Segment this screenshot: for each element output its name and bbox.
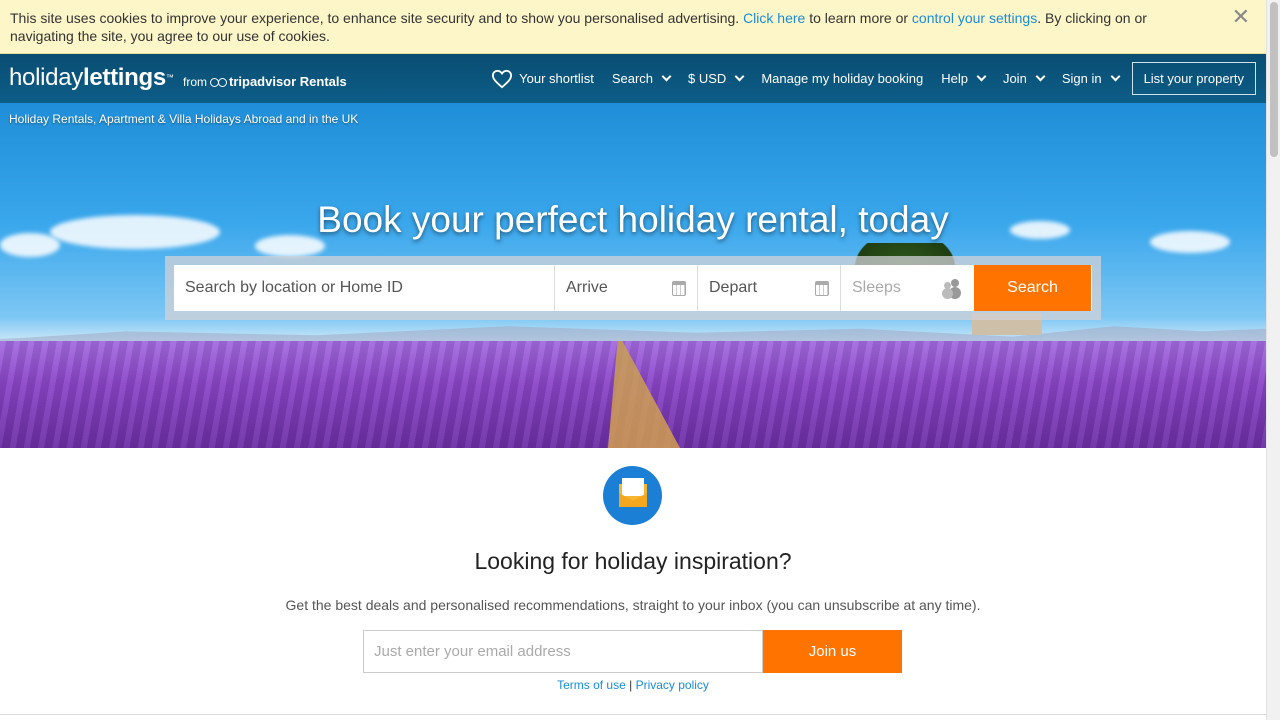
partner-name: tripadvisor Rentals (229, 74, 347, 89)
newsletter-section: Looking for holiday inspiration? Get the… (0, 448, 1266, 720)
hero-banner: Holiday Rentals, Apartment & Villa Holid… (0, 103, 1266, 448)
depart-date-field[interactable]: Depart (698, 265, 841, 311)
cookie-text-1: This site uses cookies to improve your e… (10, 10, 744, 26)
calendar-icon (815, 280, 829, 296)
location-placeholder: Search by location or Home ID (185, 279, 403, 296)
nav-currency-label: $ USD (688, 71, 727, 86)
hero-tagline: Holiday Rentals, Apartment & Villa Holid… (9, 112, 359, 126)
nav-shortlist-label: Your shortlist (519, 71, 594, 86)
arrive-date-field[interactable]: Arrive (555, 265, 698, 311)
partner-from-text: from (183, 74, 207, 89)
nav-signin-label: Sign in (1061, 71, 1102, 86)
sleeps-label: Sleeps (852, 279, 901, 296)
page-scrollbar[interactable] (1266, 0, 1280, 720)
newsletter-subtitle: Get the best deals and personalised reco… (285, 597, 981, 613)
main-nav: Your shortlist Search $ USD Manage my ho… (482, 54, 1256, 103)
newsletter-title: Looking for holiday inspiration? (474, 548, 792, 574)
close-icon[interactable]: ✕ (1232, 6, 1250, 28)
logo-text-bold: lettings (82, 64, 166, 91)
chevron-down-icon (661, 71, 672, 82)
search-form: Search by location or Home ID Arrive Dep… (174, 265, 1092, 311)
cookie-banner: This site uses cookies to improve your e… (0, 0, 1266, 54)
tripadvisor-owl-icon (210, 77, 227, 87)
cookie-learn-more-link[interactable]: Click here (743, 10, 805, 26)
site-logo[interactable]: holidaylettings™ (9, 65, 174, 91)
divider (0, 714, 1266, 715)
cookie-text-2: to learn more or (805, 10, 912, 26)
nav-currency[interactable]: $ USD (679, 71, 752, 86)
nav-search[interactable]: Search (603, 71, 679, 86)
search-panel: Search by location or Home ID Arrive Dep… (165, 256, 1101, 320)
newsletter-form: Join us (363, 630, 902, 673)
logo-text-light: holiday (9, 64, 83, 91)
hero-title: Book your perfect holiday rental, today (317, 199, 949, 240)
site-header: holidaylettings™ from tripadvisor Rental… (0, 54, 1266, 103)
search-button[interactable]: Search (974, 265, 1091, 311)
nav-manage-label: Manage my holiday booking (761, 71, 924, 86)
nav-signin[interactable]: Sign in (1053, 71, 1128, 86)
chevron-down-icon (1035, 71, 1046, 82)
nav-help-label: Help (941, 71, 968, 86)
arrive-label: Arrive (566, 279, 608, 296)
legal-links: Terms of use | Privacy policy (0, 678, 1266, 692)
depart-label: Depart (709, 279, 758, 296)
list-property-button[interactable]: List your property (1131, 62, 1256, 95)
legal-separator: | (629, 678, 633, 692)
chevron-down-icon (1110, 71, 1121, 82)
join-us-button[interactable]: Join us (763, 630, 902, 673)
email-field[interactable] (363, 630, 763, 673)
privacy-link[interactable]: Privacy policy (636, 678, 709, 692)
scrollbar-thumb[interactable] (1270, 2, 1278, 157)
partner-logo: from tripadvisor Rentals (183, 74, 347, 89)
nav-shortlist[interactable]: Your shortlist (482, 69, 603, 89)
nav-search-label: Search (611, 71, 654, 86)
chevron-down-icon (976, 71, 987, 82)
logo-trademark: ™ (165, 73, 174, 82)
nav-help[interactable]: Help (932, 71, 994, 86)
nav-join-label: Join (1002, 71, 1027, 86)
location-field[interactable]: Search by location or Home ID (174, 265, 555, 311)
mail-icon (603, 466, 662, 525)
chevron-down-icon (734, 71, 745, 82)
nav-manage-booking[interactable]: Manage my holiday booking (752, 71, 932, 86)
heart-icon (491, 69, 513, 89)
cookie-settings-link[interactable]: control your settings (912, 10, 1037, 26)
people-icon (943, 279, 963, 297)
sleeps-field[interactable]: Sleeps (841, 265, 974, 311)
calendar-icon (672, 280, 686, 296)
nav-join[interactable]: Join (994, 71, 1053, 86)
terms-link[interactable]: Terms of use (557, 678, 626, 692)
